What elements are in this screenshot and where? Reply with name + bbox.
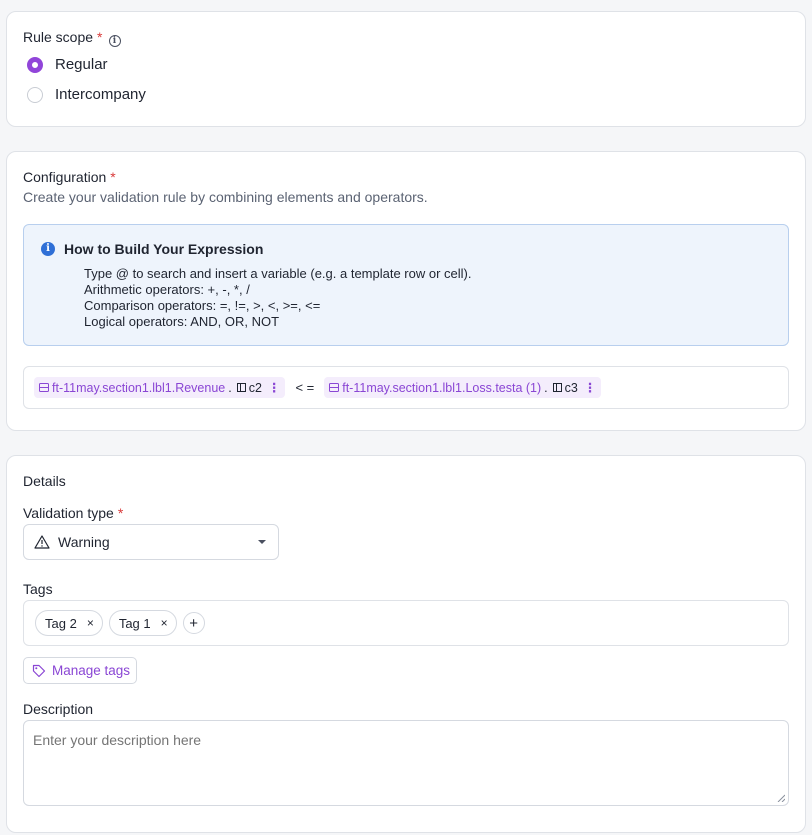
radio-button-checked[interactable] [27,56,43,73]
configuration-label: Configuration * [23,169,116,185]
add-tag-button[interactable]: + [182,612,205,634]
radio-regular[interactable]: Regular [27,56,108,73]
path-separator: . [544,380,548,395]
close-icon[interactable]: × [161,616,168,630]
howto-panel: i How to Build Your Expression Type @ to… [23,224,789,346]
info-filled-icon: i [41,242,55,256]
tag-label: Tag 2 [45,615,77,631]
manage-tags-label: Manage tags [52,663,131,678]
info-icon[interactable]: i [108,35,121,47]
tags-label: Tags [23,581,53,597]
variable-chip-right[interactable]: ft-11may.section1.lbl1.Loss.testa (1) . … [324,377,602,398]
cell-ref: c3 [564,380,578,395]
required-asterisk: * [110,169,116,185]
howto-line: Arithmetic operators: +, -, *, / [84,282,250,297]
expression-editor[interactable]: ft-11may.section1.lbl1.Revenue . c2 ⋮ < … [23,366,789,409]
rule-scope-label: Rule scope * i [23,29,121,47]
path-separator: . [228,380,232,395]
table-column-icon [552,383,562,392]
tag-label: Tag 1 [118,615,151,631]
howto-line: Comparison operators: =, !=, >, <, >=, <… [84,298,321,313]
configuration-label-text: Configuration [23,169,107,185]
configuration-card: Configuration * Create your validation ru… [6,151,806,431]
table-row-icon [329,383,340,392]
more-vertical-icon[interactable]: ⋮ [584,380,597,395]
required-asterisk: * [117,505,124,521]
tag-chip[interactable]: Tag 2 × [35,610,103,636]
caret-down-icon [258,540,266,544]
comparison-operator[interactable]: < = [291,380,318,395]
warning-triangle-icon [34,535,50,549]
radio-intercompany[interactable]: Intercompany [27,86,146,103]
variable-chip-left[interactable]: ft-11may.section1.lbl1.Revenue . c2 ⋮ [34,377,286,398]
radio-intercompany-label: Intercompany [55,86,146,103]
details-card: Details Validation type * Warning Tags Ta… [6,455,806,833]
more-vertical-icon[interactable]: ⋮ [268,380,281,395]
details-title: Details [23,473,66,489]
howto-title: How to Build Your Expression [64,241,264,257]
validation-type-value: Warning [58,534,110,550]
close-icon[interactable]: × [87,616,94,630]
tag-chip[interactable]: Tag 1 × [108,610,177,636]
tags-field[interactable]: Tag 2 × Tag 1 × + [23,600,789,646]
description-label: Description [23,701,94,717]
tag-icon [32,664,46,677]
variable-path: ft-11may.section1.lbl1.Revenue [52,380,226,395]
validation-type-label-text: Validation type [23,505,114,521]
variable-path: ft-11may.section1.lbl1.Loss.testa (1) [342,380,542,395]
rule-scope-label-text: Rule scope [23,29,94,45]
radio-regular-label: Regular [55,56,108,73]
validation-type-select[interactable]: Warning [23,524,279,560]
table-column-icon [236,383,246,392]
validation-type-label: Validation type * [23,505,123,521]
radio-button-unchecked[interactable] [27,86,43,103]
howto-lines: Type @ to search and insert a variable (… [84,266,472,330]
rule-scope-card: Rule scope * i Regular Intercompany [6,11,806,127]
required-asterisk: * [97,29,103,45]
howto-line: Logical operators: AND, OR, NOT [84,314,280,329]
resize-handle-icon[interactable] [777,794,785,802]
howto-line: Type @ to search and insert a variable (… [84,266,472,281]
cell-ref: c2 [248,380,262,395]
manage-tags-button[interactable]: Manage tags [23,657,137,684]
table-row-icon [39,383,49,392]
description-textarea[interactable] [23,720,789,806]
configuration-description: Create your validation rule by combining… [23,189,428,205]
